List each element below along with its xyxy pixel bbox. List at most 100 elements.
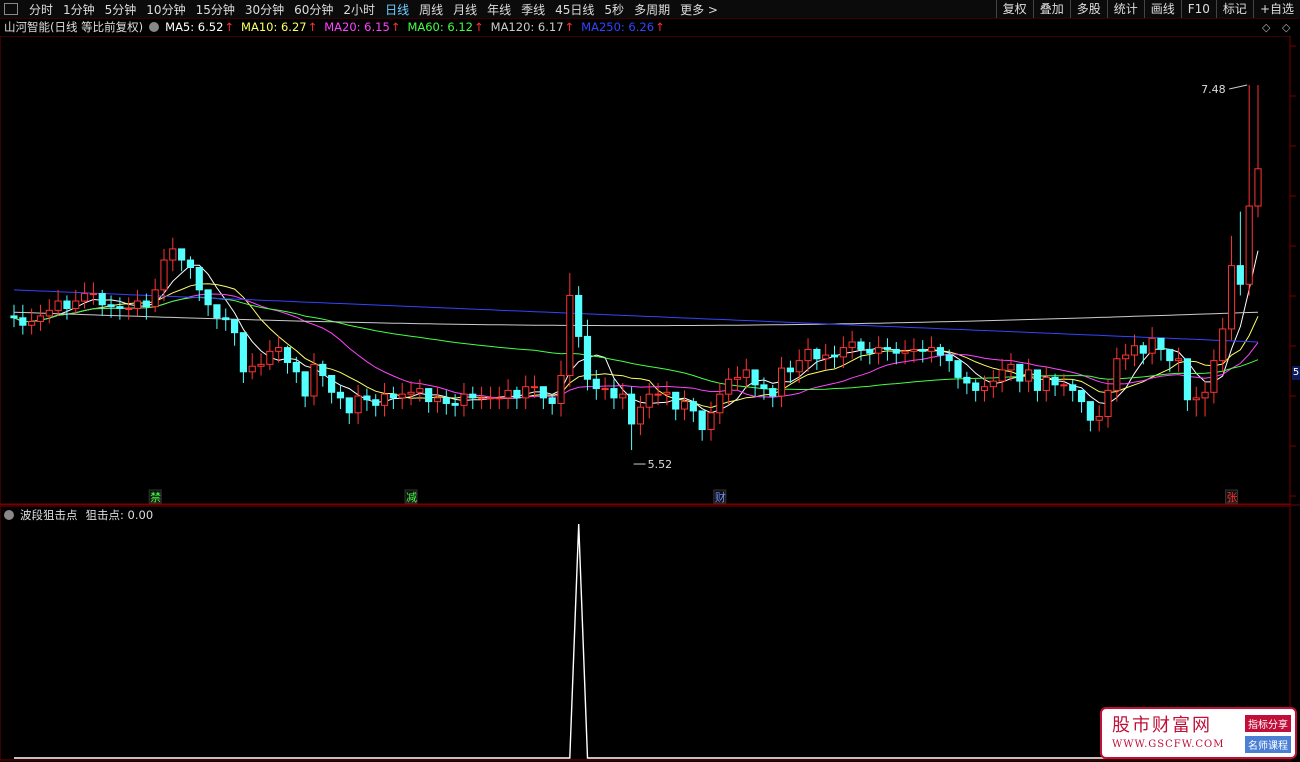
candle[interactable] (866, 342, 874, 365)
candle[interactable] (1130, 334, 1139, 367)
candle[interactable] (328, 375, 336, 404)
period-tab-5[interactable]: 30分钟 (240, 1, 289, 18)
period-tab-10[interactable]: 月线 (448, 1, 482, 18)
candle[interactable] (10, 304, 18, 328)
candle[interactable] (725, 368, 733, 406)
toolbar-button-3[interactable]: 统计 (1106, 0, 1144, 18)
candle[interactable] (1042, 366, 1050, 402)
toolbar-button-6[interactable]: 标记 (1215, 0, 1253, 18)
candle[interactable] (875, 336, 883, 365)
candle[interactable] (583, 319, 592, 391)
event-marker-1[interactable]: 减 (406, 491, 417, 504)
candle[interactable] (963, 371, 971, 395)
candle[interactable] (230, 319, 239, 346)
candle[interactable] (213, 304, 221, 329)
candle[interactable] (107, 295, 115, 318)
candle[interactable] (954, 360, 962, 389)
period-tab-3[interactable]: 10分钟 (141, 1, 190, 18)
candle[interactable] (239, 332, 247, 383)
candle[interactable] (1104, 379, 1112, 428)
period-tab-7[interactable]: 2小时 (338, 1, 380, 18)
candle[interactable] (336, 384, 345, 410)
candle[interactable] (442, 390, 450, 415)
candle[interactable] (195, 267, 203, 302)
candle[interactable] (972, 379, 980, 402)
candle[interactable] (1095, 405, 1103, 432)
period-tab-0[interactable]: 分时 (24, 1, 58, 18)
candle[interactable] (63, 295, 71, 320)
candle[interactable] (980, 375, 989, 402)
candle[interactable] (1033, 369, 1042, 402)
candle[interactable] (363, 388, 371, 411)
period-tab-8[interactable]: 日线 (380, 1, 414, 18)
toolbar-button-7[interactable]: +自选 (1252, 0, 1300, 18)
candle[interactable] (372, 394, 380, 417)
candle[interactable] (275, 336, 283, 363)
candle[interactable] (742, 358, 750, 389)
period-tab-11[interactable]: 年线 (482, 1, 516, 18)
candle[interactable] (1254, 84, 1262, 218)
candle[interactable] (927, 336, 936, 363)
candle[interactable] (1166, 348, 1174, 372)
diamond-icon-2[interactable]: ◇ (1282, 21, 1290, 34)
candle[interactable] (848, 330, 856, 359)
candle[interactable] (830, 345, 839, 369)
candle[interactable] (751, 369, 759, 397)
candle[interactable] (345, 397, 353, 424)
event-marker-0[interactable]: 禁 (150, 491, 161, 504)
period-tab-9[interactable]: 周线 (414, 1, 448, 18)
toolbar-button-1[interactable]: 叠加 (1032, 0, 1070, 18)
window-icon[interactable] (4, 3, 18, 15)
candle[interactable] (1016, 363, 1024, 393)
candle[interactable] (1077, 389, 1086, 413)
candle[interactable] (1245, 84, 1253, 296)
candle[interactable] (72, 289, 80, 315)
candle[interactable] (89, 282, 97, 305)
settings-circle-icon[interactable] (149, 22, 160, 32)
candle[interactable] (222, 308, 230, 331)
candle[interactable] (389, 386, 397, 410)
candle[interactable] (257, 353, 265, 376)
candle[interactable] (1192, 386, 1200, 417)
period-tab-16[interactable]: 更多 > (675, 1, 723, 18)
candle[interactable] (433, 386, 442, 413)
candle[interactable] (936, 343, 944, 367)
candle[interactable] (513, 386, 521, 410)
candle[interactable] (407, 381, 415, 406)
candle[interactable] (301, 371, 309, 408)
period-tab-2[interactable]: 5分钟 (100, 1, 142, 18)
candle[interactable] (398, 382, 406, 410)
candle[interactable] (178, 248, 186, 272)
candle[interactable] (478, 386, 486, 410)
candle[interactable] (486, 386, 495, 410)
candle[interactable] (610, 379, 618, 410)
candle[interactable] (133, 289, 142, 316)
candle[interactable] (283, 345, 292, 374)
candle[interactable] (892, 342, 900, 365)
candle[interactable] (504, 379, 512, 410)
candle[interactable] (522, 375, 530, 410)
candle[interactable] (469, 386, 477, 410)
candle[interactable] (310, 353, 318, 406)
candle[interactable] (813, 347, 821, 370)
candle[interactable] (204, 289, 212, 316)
candle[interactable] (98, 289, 106, 316)
candle[interactable] (601, 377, 609, 400)
candle[interactable] (186, 256, 195, 279)
candle[interactable] (169, 237, 177, 272)
candle[interactable] (425, 388, 433, 413)
candle[interactable] (142, 293, 150, 320)
candle[interactable] (380, 382, 389, 417)
candle[interactable] (628, 386, 636, 451)
candle[interactable] (1086, 401, 1094, 432)
period-tab-14[interactable]: 5秒 (599, 1, 629, 18)
candlestick-chart[interactable]: 7.48 5.52 禁 减 财 张 (0, 36, 1300, 506)
candle[interactable] (460, 382, 468, 417)
candle[interactable] (716, 382, 724, 424)
candle[interactable] (998, 358, 1006, 393)
candle[interactable] (680, 390, 689, 421)
candle[interactable] (689, 397, 697, 423)
candle[interactable] (495, 386, 503, 410)
candle[interactable] (1183, 358, 1192, 411)
candle[interactable] (910, 338, 918, 363)
